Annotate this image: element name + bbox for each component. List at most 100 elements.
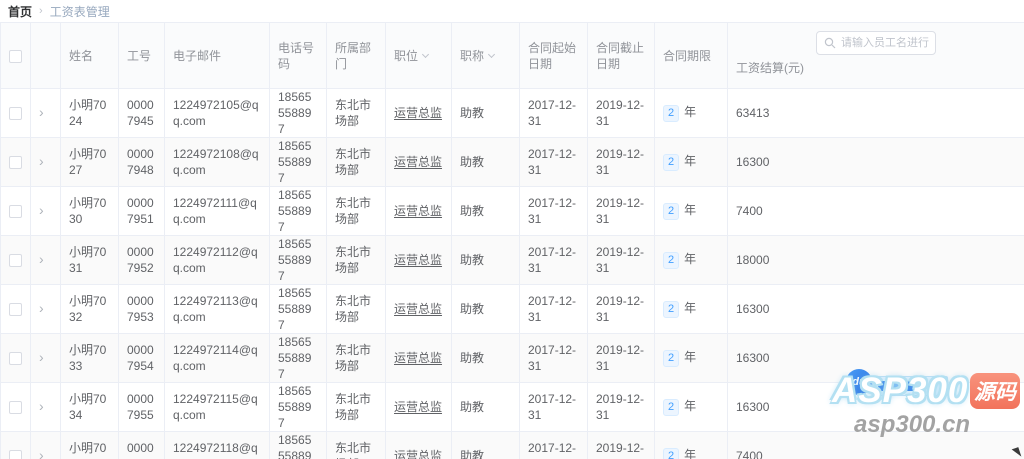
term-unit: 年 (684, 154, 696, 168)
position-link[interactable]: 运营总监 (394, 302, 442, 316)
cell-name: 小明7030 (61, 187, 119, 236)
term-badge: 2 (663, 448, 679, 459)
cell-department: 东北市场部 (327, 89, 386, 138)
cell-contract-term: 2年 (655, 285, 728, 334)
cell-phone: 18565558897 (270, 334, 327, 383)
cell-employee-id: 00007953 (119, 285, 165, 334)
term-badge: 2 (663, 154, 679, 171)
select-all-checkbox[interactable] (9, 50, 22, 63)
expand-row-icon[interactable]: › (39, 203, 44, 217)
cell-contract-term: 2年 (655, 383, 728, 432)
breadcrumb-home-link[interactable]: 首页 (8, 3, 32, 20)
cell-department: 东北市场部 (327, 285, 386, 334)
expand-row-icon[interactable]: › (39, 350, 44, 364)
position-link[interactable]: 运营总监 (394, 400, 442, 414)
row-select-cell (1, 138, 31, 187)
expand-row-icon[interactable]: › (39, 301, 44, 315)
cell-name: 小明7024 (61, 89, 119, 138)
cell-contract-start: 2017-12-31 (520, 138, 588, 187)
cell-salary: 16300 (728, 138, 1024, 187)
cell-contract-term: 2年 (655, 138, 728, 187)
term-unit: 年 (684, 105, 696, 119)
breadcrumb-separator-icon: › (39, 5, 43, 17)
row-checkbox[interactable] (9, 205, 22, 218)
cell-salary: 63413 (728, 89, 1024, 138)
expand-row-icon[interactable]: › (39, 252, 44, 266)
cell-salary: 7400 (728, 432, 1024, 459)
cell-email: 1224972115@qq.com (165, 383, 270, 432)
cell-salary: 7400 (728, 187, 1024, 236)
position-filter-caret-icon[interactable] (422, 50, 429, 57)
row-select-cell (1, 383, 31, 432)
cell-department: 东北市场部 (327, 236, 386, 285)
header-salary-label: 工资结算(元) (736, 61, 804, 75)
cell-contract-start: 2017-12-31 (520, 432, 588, 459)
search-icon (824, 37, 836, 49)
cell-salary: 16300 (728, 383, 1024, 432)
term-unit: 年 (684, 203, 696, 217)
position-link[interactable]: 运营总监 (394, 449, 442, 459)
cell-phone: 18565558897 (270, 285, 327, 334)
cell-job-title: 助教 (452, 236, 520, 285)
position-link[interactable]: 运营总监 (394, 253, 442, 267)
header-position[interactable]: 职位 (386, 23, 452, 89)
cell-position: 运营总监 (386, 236, 452, 285)
header-contract-start: 合同起始日期 (520, 23, 588, 89)
header-job-title[interactable]: 职称 (452, 23, 520, 89)
cell-employee-id: 00007952 (119, 236, 165, 285)
cell-phone: 18565558897 (270, 432, 327, 459)
cell-name: 小明7032 (61, 285, 119, 334)
expand-row-icon[interactable]: › (39, 399, 44, 413)
expand-row-icon[interactable]: › (39, 105, 44, 119)
table-row: ›小明7037000079581224972118@qq.com18565558… (1, 432, 1024, 459)
row-select-cell (1, 236, 31, 285)
cell-salary: 18000 (728, 236, 1024, 285)
position-link[interactable]: 运营总监 (394, 106, 442, 120)
row-checkbox[interactable] (9, 107, 22, 120)
cell-employee-id: 00007948 (119, 138, 165, 187)
expand-row-icon[interactable]: › (39, 154, 44, 168)
cell-position: 运营总监 (386, 138, 452, 187)
row-expand-cell: › (31, 236, 61, 285)
cell-name: 小明7031 (61, 236, 119, 285)
header-contract-end: 合同截止日期 (588, 23, 655, 89)
position-link[interactable]: 运营总监 (394, 204, 442, 218)
term-badge: 2 (663, 105, 679, 122)
row-checkbox[interactable] (9, 450, 22, 459)
cell-position: 运营总监 (386, 285, 452, 334)
cell-email: 1224972105@qq.com (165, 89, 270, 138)
position-link[interactable]: 运营总监 (394, 351, 442, 365)
job-title-filter-caret-icon[interactable] (488, 50, 495, 57)
table-header-row: 姓名 工号 电子邮件 电话号码 所属部门 职位 职称 合同起始日期 合同截止日期… (1, 23, 1024, 89)
cell-department: 东北市场部 (327, 187, 386, 236)
cell-email: 1224972114@qq.com (165, 334, 270, 383)
cell-contract-start: 2017-12-31 (520, 89, 588, 138)
row-checkbox[interactable] (9, 401, 22, 414)
cell-contract-start: 2017-12-31 (520, 187, 588, 236)
row-select-cell (1, 89, 31, 138)
row-checkbox[interactable] (9, 156, 22, 169)
header-employee-id: 工号 (119, 23, 165, 89)
cell-contract-end: 2019-12-31 (588, 285, 655, 334)
term-unit: 年 (684, 301, 696, 315)
cell-contract-start: 2017-12-31 (520, 285, 588, 334)
term-badge: 2 (663, 399, 679, 416)
cell-position: 运营总监 (386, 89, 452, 138)
cell-employee-id: 00007951 (119, 187, 165, 236)
term-unit: 年 (684, 399, 696, 413)
row-checkbox[interactable] (9, 303, 22, 316)
cell-job-title: 助教 (452, 89, 520, 138)
salary-table: 姓名 工号 电子邮件 电话号码 所属部门 职位 职称 合同起始日期 合同截止日期… (0, 22, 1024, 459)
row-expand-cell: › (31, 89, 61, 138)
position-link[interactable]: 运营总监 (394, 155, 442, 169)
cell-phone: 18565558897 (270, 187, 327, 236)
row-checkbox[interactable] (9, 254, 22, 267)
cell-contract-term: 2年 (655, 334, 728, 383)
cell-department: 东北市场部 (327, 432, 386, 459)
cell-contract-end: 2019-12-31 (588, 138, 655, 187)
breadcrumb: 首页 › 工资表管理 (0, 0, 1024, 22)
cell-contract-end: 2019-12-31 (588, 334, 655, 383)
row-checkbox[interactable] (9, 352, 22, 365)
expand-row-icon[interactable]: › (39, 448, 44, 459)
header-salary-cell: 工资结算(元) (728, 23, 1024, 89)
